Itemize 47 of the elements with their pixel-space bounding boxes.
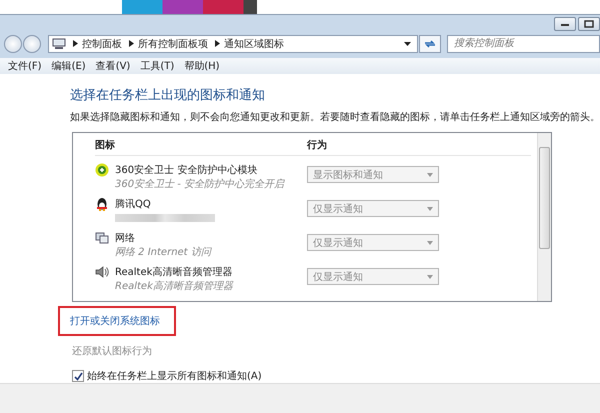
forward-button[interactable] [23,34,41,53]
refresh-button[interactable] [419,34,441,53]
breadcrumb-item[interactable]: 控制面板 [82,36,122,51]
scrollbar[interactable] [537,133,551,302]
checkbox[interactable] [72,370,84,382]
caret-icon [427,240,433,245]
minimize-button[interactable] [554,17,576,31]
address-bar[interactable]: 控制面板 所有控制面板项 通知区域图标 [48,34,418,53]
description-text: 如果选择隐藏图标和通知，则不会向您通知更改和更新。若要随时查看隐藏的图标，请单击任务栏上通知区域旁的箭头。 [70,110,600,124]
app-description: Realtek高清晰音频管理器 [115,280,233,294]
link[interactable]: 打开或关闭系统图标 [70,316,160,328]
dropdown-arrow-icon[interactable] [404,42,411,46]
chevron-icon [129,40,134,48]
breadcrumb-item[interactable]: 通知区域图标 [224,36,284,51]
menu-item[interactable]: 查看(V) [96,58,130,73]
app-name: 360安全卫士 安全防护中心模块 [115,164,258,178]
penguin-icon [95,197,109,212]
caret-icon [427,274,433,279]
app-description: 网络 2 Internet 访问 [115,246,211,260]
menu-item[interactable]: 帮助(H) [184,58,220,73]
menu-item[interactable]: 编辑(E) [52,58,86,73]
page-heading: 选择在任务栏上出现的图标和通知 [70,87,266,104]
app-name: Realtek高清晰音频管理器 [115,266,233,280]
menu-item[interactable]: 文件(F) [8,58,42,73]
back-button[interactable] [4,34,22,53]
column-header: 图标 [95,138,116,152]
app-description: 360安全卫士 - 安全防护中心完全开启 [115,178,284,192]
computer-icon [52,38,66,50]
maximize-button[interactable] [578,17,600,31]
chevron-icon [215,40,220,48]
chevron-icon [73,40,78,48]
caret-icon [427,206,433,211]
scrollbar-thumb[interactable] [539,147,550,250]
network-icon [95,231,109,246]
shield-icon [95,163,109,178]
checkbox-label: 始终在任务栏上显示所有图标和通知(A) [87,370,262,384]
maximize-icon [584,20,594,28]
app-name: 腾讯QQ [115,198,152,212]
minimize-icon [560,21,570,27]
search-field[interactable]: 搜索控制面板 [447,34,600,53]
app-name: 网络 [115,232,136,246]
refresh-icon [423,38,437,50]
column-header: 行为 [307,138,327,152]
caret-icon [427,172,433,177]
speaker-icon [95,265,109,280]
breadcrumb-item[interactable]: 所有控制面板项 [138,36,208,51]
menu-item[interactable]: 工具(T) [140,58,174,73]
